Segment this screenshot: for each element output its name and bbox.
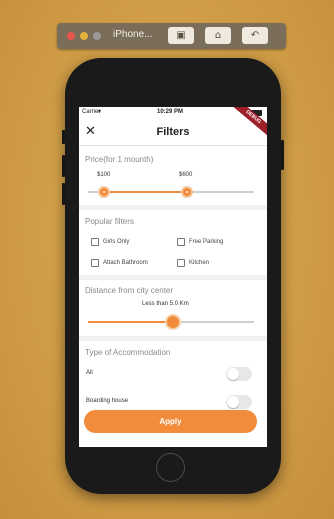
accommodation-option-all: All [86,370,93,376]
price-min-label: $100 [97,172,111,178]
screenshot-icon: ▣ [176,30,186,41]
filter-label: Attach Bathroom [103,260,148,266]
page-title: Filters [156,126,190,138]
distance-section-title: Distance from city center [85,286,174,295]
distance-slider-handle[interactable] [167,316,179,328]
section-divider [79,205,267,210]
rotate-icon: ↶ [250,30,260,41]
simulator-toolbar: iPhone... ▣ ⌂ ↶ [57,23,286,49]
toggle-thumb [227,396,239,408]
price-max-handle[interactable] [181,186,193,198]
checkbox[interactable] [177,259,185,267]
accommodation-section-title: Type of Accommodation [85,348,171,357]
rotate-button[interactable]: ↶ [242,27,268,44]
filter-free-parking[interactable]: Free Parking [177,238,223,246]
screenshot-button[interactable]: ▣ [168,27,194,44]
zoom-window-button[interactable] [93,32,101,40]
section-divider [79,336,267,341]
filter-girls-only[interactable]: Girls Only [91,238,129,246]
wifi-icon: ▾ [98,109,102,115]
clock: 10:29 PM [157,109,184,115]
section-divider [79,275,267,280]
price-max-label: $600 [179,172,193,178]
home-icon: ⌂ [214,30,222,41]
distance-slider-fill [88,321,173,323]
filter-kitchen[interactable]: Kitchen [177,259,209,267]
price-min-handle[interactable] [98,186,110,198]
price-section-title: Price(for 1 mounth) [85,155,154,164]
filter-attach-bathroom[interactable]: Attach Bathroom [91,259,148,267]
toggle-boarding-house[interactable] [226,395,252,409]
simulator-title: iPhone... [113,29,153,40]
nav-bar: ✕ Filters [79,119,267,146]
power-button [281,140,284,170]
toggle-thumb [227,368,239,380]
checkbox[interactable] [91,238,99,246]
checkbox[interactable] [177,238,185,246]
price-slider-range [104,191,187,193]
checkbox[interactable] [91,259,99,267]
filter-label: Girls Only [103,239,130,245]
mute-switch [62,130,65,144]
toggle-all[interactable] [226,367,252,381]
apply-button[interactable]: Apply [84,410,257,433]
volume-down-button [62,183,65,205]
close-window-button[interactable] [67,32,75,40]
home-toolbar-button[interactable]: ⌂ [205,27,231,44]
minimize-window-button[interactable] [80,32,88,40]
app-screen: Carrier ▾ 10:29 PM DEBUG ✕ Filters Price… [79,107,267,447]
volume-up-button [62,155,65,177]
filter-label: Kitchen [189,260,210,266]
home-button[interactable] [156,453,185,482]
popular-filters-title: Popular filters [85,217,134,226]
distance-value-label: Less than 5.0 Km [142,301,189,307]
filter-label: Free Parking [189,239,224,245]
accommodation-option-boarding-house: Boarding house [86,398,129,404]
